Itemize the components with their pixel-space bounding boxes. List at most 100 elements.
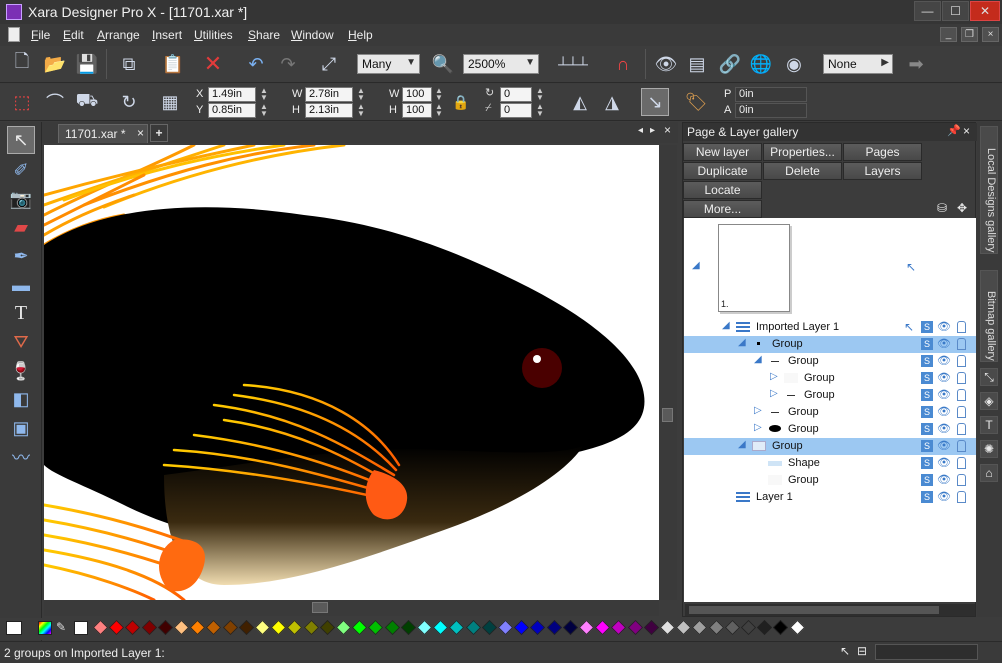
pen-tool-icon[interactable]: ✒ — [7, 242, 35, 270]
select-toggle-icon[interactable]: S — [921, 406, 933, 418]
tab-scroll-left-icon[interactable]: ◂ — [638, 125, 643, 136]
transparent-swatch[interactable] — [74, 621, 88, 635]
expand-icon[interactable]: ▷ — [754, 422, 762, 433]
visibility-eye-icon[interactable]: 👁 — [937, 388, 951, 401]
more-button[interactable]: More... — [683, 200, 762, 218]
selector-tool-icon[interactable]: ↖ — [7, 126, 35, 154]
width-percent-field[interactable]: 100 — [402, 87, 432, 102]
color-swatch[interactable] — [546, 619, 562, 636]
layer-tree-row[interactable]: Shape S 👁 — [684, 455, 976, 472]
color-swatch[interactable] — [173, 619, 190, 636]
layer-tree-row[interactable]: ◢ Group S 👁 — [684, 438, 976, 455]
delete-icon[interactable]: ✕ — [200, 51, 226, 77]
color-swatch[interactable] — [109, 619, 125, 636]
page-expand-icon[interactable]: ◢ — [692, 260, 700, 271]
quality-dropdown[interactable]: Many ▼ — [357, 54, 420, 74]
menu-share[interactable]: Share — [248, 28, 280, 42]
close-document-icon[interactable]: × — [664, 123, 671, 137]
gallery-options-icon[interactable]: ⛁ — [937, 201, 947, 215]
pages-button[interactable]: Pages — [843, 143, 922, 161]
visibility-eye-icon[interactable]: 👁 — [937, 354, 951, 367]
paste-icon[interactable]: 📋 — [160, 51, 186, 77]
color-swatch[interactable] — [238, 619, 254, 636]
layer-tree-row[interactable]: ▷ Group S 👁 — [684, 421, 976, 438]
link-icon[interactable]: 🔗 — [717, 51, 743, 77]
gallery-hscroll[interactable] — [685, 604, 975, 616]
visibility-eye-icon[interactable]: 👁 — [937, 320, 951, 333]
height-percent-spinner[interactable]: ▲ ▼ — [435, 103, 443, 118]
eyedropper-icon[interactable]: ✎ — [56, 620, 66, 634]
select-toggle-icon[interactable]: S — [921, 355, 933, 367]
broadcast-icon[interactable]: ◉ — [781, 51, 807, 77]
height-percent-field[interactable]: 100 — [402, 103, 432, 118]
document-tab[interactable]: 11701.xar * × — [58, 124, 148, 143]
close-tab-icon[interactable]: × — [137, 126, 144, 140]
document-icon[interactable] — [8, 27, 20, 42]
p-field[interactable]: 0in — [735, 87, 807, 102]
color-swatch[interactable] — [190, 619, 206, 636]
color-swatch[interactable] — [497, 619, 514, 636]
doc-restore-button[interactable]: ❐ — [961, 27, 978, 42]
xara-app-icon[interactable] — [6, 4, 22, 20]
color-swatch[interactable] — [303, 619, 319, 636]
color-swatch[interactable] — [92, 619, 109, 636]
lock-icon[interactable] — [957, 321, 966, 333]
lock-icon[interactable] — [957, 372, 966, 384]
properties-button[interactable]: Properties... — [763, 143, 842, 161]
contour-tool-icon[interactable]: ✐ — [7, 156, 35, 184]
layer-tree-row[interactable]: ▷ Group S 👁 — [684, 370, 976, 387]
locate-button[interactable]: Locate — [683, 181, 762, 199]
color-swatch[interactable] — [481, 619, 497, 636]
preview-icon[interactable]: 👁 — [653, 51, 679, 77]
color-swatch[interactable] — [125, 619, 141, 636]
color-swatch[interactable] — [757, 619, 773, 636]
zoom-icon[interactable]: 🔍 — [430, 51, 456, 77]
forward-arrow-icon[interactable]: ➡ — [903, 51, 929, 77]
lock-icon[interactable] — [957, 491, 966, 503]
gallery-close-icon[interactable]: × — [963, 124, 970, 138]
height-field[interactable]: 2.13in — [305, 103, 353, 118]
color-swatch[interactable] — [433, 619, 449, 636]
delete-button[interactable]: Delete — [763, 162, 842, 180]
fill-tool-icon[interactable]: ⛛ — [7, 328, 35, 356]
rotate-spinner[interactable]: ▲ ▼ — [536, 87, 544, 102]
collapse-icon[interactable]: ◢ — [722, 320, 730, 331]
lock-icon[interactable] — [957, 338, 966, 350]
color-swatch[interactable] — [400, 619, 416, 636]
shadow-tool-icon[interactable]: ◧ — [7, 385, 35, 413]
color-editor-icon[interactable] — [38, 621, 52, 635]
layer-tree-row[interactable]: Layer 1 S 👁 — [684, 489, 976, 506]
snap-magnet-icon[interactable]: ∩ — [610, 51, 636, 77]
zoom-dropdown[interactable]: 2500% ▼ — [463, 54, 539, 74]
fill-bucket-icon[interactable]: ⛟ — [74, 89, 100, 115]
transparency-tool-icon[interactable]: 🍷 — [7, 357, 35, 385]
lock-icon[interactable] — [957, 355, 966, 367]
new-document-icon[interactable]: 🗋 — [9, 51, 35, 77]
gallery-hscroll-thumb[interactable] — [689, 606, 939, 614]
palette-gallery-icon[interactable]: ✺ — [980, 440, 998, 458]
menu-edit[interactable]: Edit — [63, 28, 84, 42]
lock-icon[interactable] — [957, 474, 966, 486]
menu-window[interactable]: Window — [291, 28, 334, 42]
new-layer-button[interactable]: New layer — [683, 143, 762, 161]
lock-icon[interactable] — [957, 440, 966, 452]
visibility-eye-icon[interactable]: 👁 — [937, 456, 951, 469]
width-percent-spinner[interactable]: ▲ ▼ — [435, 87, 443, 102]
select-toggle-icon[interactable]: S — [921, 457, 933, 469]
height-spinner[interactable]: ▲ ▼ — [357, 103, 365, 118]
layer-tree-row[interactable]: ▷ Group S 👁 — [684, 387, 976, 404]
color-swatch[interactable] — [724, 619, 740, 636]
color-swatch[interactable] — [206, 619, 222, 636]
tab-scroll-right-icon[interactable]: ▸ — [650, 125, 655, 136]
color-swatch[interactable] — [157, 619, 173, 636]
color-swatch[interactable] — [271, 619, 287, 636]
horizontal-scrollbar[interactable] — [44, 600, 659, 616]
color-swatch[interactable] — [384, 619, 400, 636]
layer-tree-row[interactable]: ◢ Group S 👁 — [684, 336, 976, 353]
x-position-field[interactable]: 1.49in — [208, 87, 256, 102]
menu-file[interactable]: File — [31, 28, 50, 42]
layer-tree-row[interactable]: ◢ Imported Layer 1 S 👁 ↖ — [684, 319, 976, 336]
drawing-canvas[interactable] — [44, 145, 659, 600]
color-swatch[interactable] — [514, 619, 530, 636]
snap-status-icon[interactable]: ↖ — [840, 644, 850, 658]
